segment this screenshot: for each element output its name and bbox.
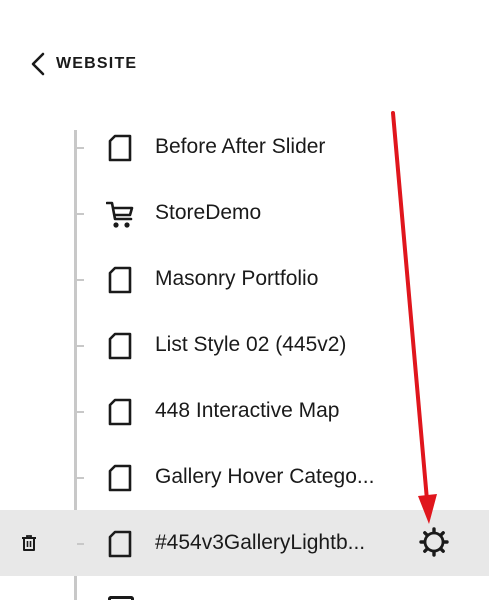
- panel-edge: [489, 0, 495, 600]
- trash-icon[interactable]: [19, 533, 39, 553]
- tree-connector: [77, 411, 84, 413]
- page-item-before-after-slider[interactable]: Before After Slider: [0, 114, 489, 180]
- back-label: WEBSITE: [56, 55, 138, 72]
- page-item-448-interactive-map[interactable]: 448 Interactive Map: [0, 378, 489, 444]
- page-icon: [106, 463, 134, 493]
- pages-panel: WEBSITE Before After Slider StoreDemo Ma…: [0, 0, 495, 600]
- page-item-storedemo[interactable]: StoreDemo: [0, 180, 489, 246]
- page-icon: [106, 265, 134, 295]
- page-item-label: Masonry Portfolio: [155, 267, 319, 290]
- gear-icon[interactable]: [418, 526, 450, 558]
- page-icon: [106, 133, 134, 163]
- page-item-label: List Style 02 (445v2): [155, 333, 347, 356]
- cart-icon: [106, 199, 134, 229]
- page-icon: [106, 397, 134, 427]
- page-item-label: Before After Slider: [155, 135, 326, 158]
- page-item-label: 448 Interactive Map: [155, 399, 340, 422]
- page-item-list-style-02[interactable]: List Style 02 (445v2): [0, 312, 489, 378]
- page-icon: [108, 596, 134, 600]
- tree-connector: [77, 213, 84, 215]
- page-item-masonry-portfolio[interactable]: Masonry Portfolio: [0, 246, 489, 312]
- page-icon: [106, 331, 134, 361]
- page-list: Before After Slider StoreDemo Masonry Po…: [0, 114, 489, 576]
- tree-connector: [77, 147, 84, 149]
- back-to-website-button[interactable]: WEBSITE: [30, 52, 137, 76]
- tree-connector: [77, 543, 84, 545]
- page-item-label: StoreDemo: [155, 201, 262, 224]
- page-item-454v3-gallery-lightbox[interactable]: #454v3GalleryLightb...: [0, 510, 489, 576]
- page-item-label: #454v3GalleryLightb...: [155, 531, 366, 554]
- tree-connector: [77, 477, 84, 479]
- page-item-gallery-hover-category[interactable]: Gallery Hover Catego...: [0, 444, 489, 510]
- chevron-left-icon: [30, 52, 46, 76]
- page-item-label: Gallery Hover Catego...: [155, 465, 375, 488]
- tree-connector: [77, 345, 84, 347]
- page-icon: [106, 529, 134, 559]
- tree-connector: [77, 279, 84, 281]
